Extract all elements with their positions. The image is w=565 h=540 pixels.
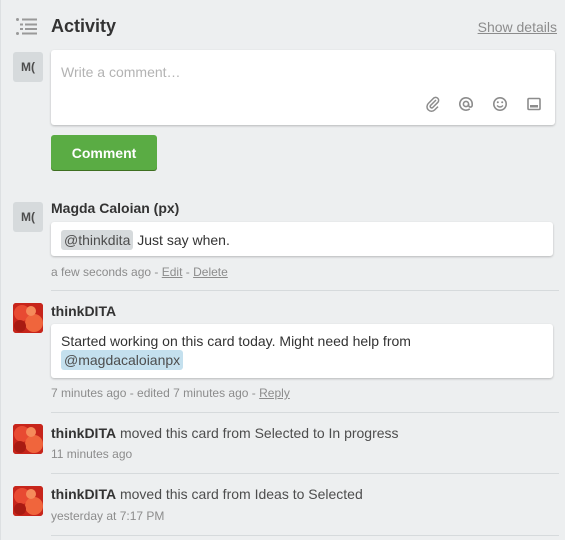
comment-body: @thinkdita Just say when. bbox=[51, 222, 553, 256]
current-user-avatar[interactable]: M( bbox=[13, 52, 43, 82]
activity-divider bbox=[51, 290, 559, 291]
action-description: moved this card from Ideas to Selected bbox=[116, 486, 363, 502]
comment-meta: 7 minutes ago - edited 7 minutes ago - R… bbox=[51, 386, 290, 400]
activity-action: thinkDITA moved this card from Ideas to … bbox=[51, 486, 363, 502]
activity-divider bbox=[51, 412, 559, 413]
comment-author[interactable]: Magda Caloian (px) bbox=[51, 200, 179, 216]
comment-body: Started working on this card today. Migh… bbox=[51, 324, 553, 378]
show-details-link[interactable]: Show details bbox=[478, 19, 557, 35]
comment-composer[interactable] bbox=[51, 50, 555, 125]
activity-divider bbox=[51, 535, 559, 536]
comment-text: Just say when. bbox=[133, 232, 230, 248]
card-icon[interactable] bbox=[526, 96, 542, 112]
comment-timestamp[interactable]: a few seconds ago bbox=[51, 265, 151, 279]
comment-author[interactable]: thinkDITA bbox=[51, 303, 116, 319]
mention-icon[interactable] bbox=[458, 96, 474, 112]
action-timestamp[interactable]: yesterday at 7:17 PM bbox=[51, 509, 164, 523]
activity-action: thinkDITA moved this card from Selected … bbox=[51, 425, 399, 441]
reply-link[interactable]: Reply bbox=[259, 386, 290, 400]
thinkdita-avatar[interactable] bbox=[13, 303, 43, 333]
activity-title: Activity bbox=[51, 16, 117, 36]
comment-input[interactable] bbox=[61, 60, 541, 84]
action-timestamp[interactable]: 11 minutes ago bbox=[51, 447, 132, 461]
activity-divider bbox=[51, 473, 559, 474]
activity-list-icon bbox=[16, 18, 37, 35]
thinkdita-avatar[interactable] bbox=[13, 424, 43, 454]
comment-timestamp[interactable]: 7 minutes ago - edited 7 minutes ago bbox=[51, 386, 248, 400]
edit-link[interactable]: Edit bbox=[162, 265, 183, 279]
delete-link[interactable]: Delete bbox=[193, 265, 228, 279]
comment-meta: a few seconds ago - Edit - Delete bbox=[51, 265, 228, 279]
comment-text: Started working on this card today. Migh… bbox=[61, 333, 411, 349]
comment-submit-button[interactable]: Comment bbox=[51, 135, 157, 170]
attachment-icon[interactable] bbox=[425, 96, 441, 112]
action-author[interactable]: thinkDITA bbox=[51, 425, 116, 441]
emoji-icon[interactable] bbox=[492, 96, 508, 112]
action-description: moved this card from Selected to In prog… bbox=[116, 425, 399, 441]
thinkdita-avatar[interactable] bbox=[13, 486, 43, 516]
meta-separator: - bbox=[248, 386, 260, 400]
member-avatar[interactable]: M( bbox=[13, 202, 43, 232]
meta-separator: - bbox=[182, 265, 194, 279]
panel-left-border bbox=[0, 0, 1, 540]
mention-chip[interactable]: @thinkdita bbox=[61, 230, 134, 250]
action-author[interactable]: thinkDITA bbox=[51, 486, 116, 502]
meta-separator: - bbox=[151, 265, 162, 279]
mention-chip[interactable]: @magdacaloianpx bbox=[61, 350, 184, 370]
activity-header: Activity Show details bbox=[0, 0, 565, 52]
